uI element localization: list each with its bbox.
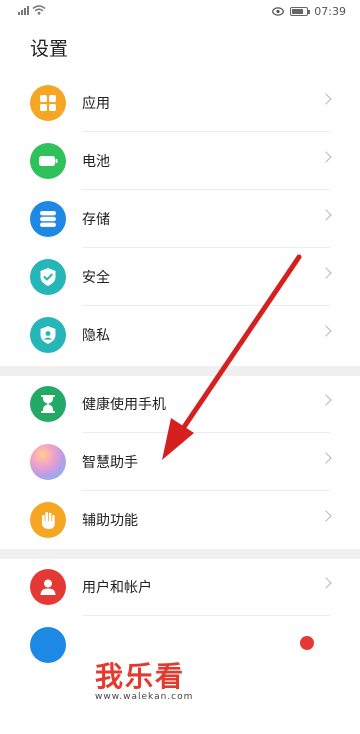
settings-item-storage[interactable]: 存储: [0, 190, 360, 248]
chevron-right-icon: [320, 325, 332, 337]
watermark-title: 我乐看: [95, 660, 186, 693]
settings-item-label: 用户和帐户: [82, 580, 152, 596]
notification-badge: [300, 636, 314, 650]
chevron-right-icon: [320, 209, 332, 221]
chevron-right-icon: [320, 151, 332, 163]
smart-assistant-icon: [30, 444, 66, 480]
security-shield-icon: [30, 259, 66, 295]
settings-item-label: 智慧助手: [82, 455, 138, 471]
status-time: 07:39: [314, 5, 346, 18]
settings-item-battery[interactable]: 电池: [0, 132, 360, 190]
privacy-icon: [30, 317, 66, 353]
settings-item-label: 安全: [82, 270, 110, 286]
chevron-right-icon: [320, 394, 332, 406]
settings-item-label: 健康使用手机: [82, 397, 166, 413]
hand-icon: [30, 502, 66, 538]
chevron-right-icon: [320, 93, 332, 105]
settings-item-label: 隐私: [82, 328, 110, 344]
watermark: 我乐看 www.walekan.com: [95, 660, 255, 703]
chevron-right-icon: [320, 452, 332, 464]
page-title: 设置: [30, 38, 69, 60]
wifi-icon: [32, 5, 46, 15]
settings-item-security[interactable]: 安全: [0, 248, 360, 306]
status-right: 07:39: [272, 5, 346, 18]
settings-item-smart-assistant[interactable]: 智慧助手: [0, 433, 360, 491]
watermark-url: www.walekan.com: [95, 692, 194, 702]
storage-icon: [30, 201, 66, 237]
status-left: [18, 5, 46, 15]
settings-item-label: 存储: [82, 212, 110, 228]
user-icon: [30, 569, 66, 605]
battery-icon: [30, 143, 66, 179]
chevron-right-icon: [320, 577, 332, 589]
apps-grid-icon: [30, 85, 66, 121]
settings-item-digital-balance[interactable]: 健康使用手机: [0, 375, 360, 433]
eye-comfort-icon: [272, 7, 285, 16]
settings-item-label: 应用: [82, 96, 110, 112]
signal-icon: [18, 6, 29, 15]
settings-item-label: 电池: [82, 154, 110, 170]
hourglass-icon: [30, 386, 66, 422]
settings-item-accessibility[interactable]: 辅助功能: [0, 491, 360, 549]
settings-item-users-accounts[interactable]: 用户和帐户: [0, 558, 360, 616]
status-bar: 07:39: [0, 0, 360, 24]
settings-item-apps[interactable]: 应用: [0, 74, 360, 132]
settings-item-privacy[interactable]: 隐私: [0, 306, 360, 364]
battery-status-icon: [290, 7, 311, 16]
settings-item-label: 辅助功能: [82, 513, 138, 529]
chevron-right-icon: [320, 510, 332, 522]
chevron-right-icon: [320, 267, 332, 279]
partial-item-icon: [30, 627, 66, 663]
